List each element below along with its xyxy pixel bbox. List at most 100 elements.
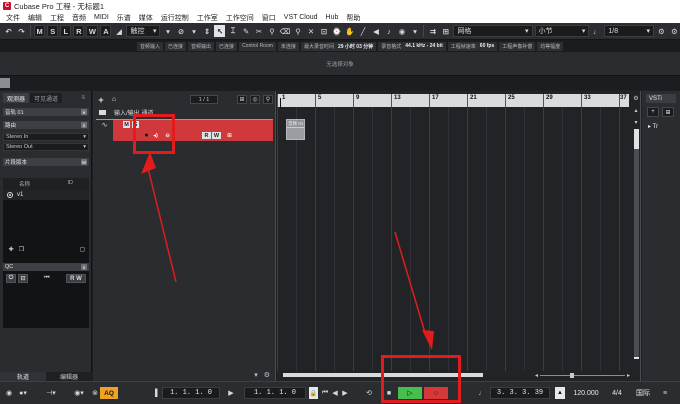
qc-link-icon[interactable]: ⊡ (18, 274, 28, 283)
project-pan-law[interactable]: 工程声像补偿 (499, 41, 536, 51)
play-tool-icon[interactable]: ◀ (370, 25, 381, 37)
zoom-slider-handle[interactable] (570, 372, 575, 378)
automation-mode-icon[interactable]: ◢ (113, 25, 124, 37)
left-locator-field[interactable]: 1. 1. 1. 0 (162, 387, 220, 399)
control-room-status[interactable]: Control Room (239, 41, 276, 51)
comp-tool-icon[interactable]: ⊡ (318, 25, 329, 37)
duplicate-icon[interactable]: ❐ (17, 245, 26, 254)
menu-media[interactable]: 媒体 (135, 13, 157, 23)
menu-workspaces[interactable]: 工作空间 (222, 13, 258, 23)
sync-status[interactable]: 国际 (632, 387, 654, 399)
quantize-dropdown[interactable]: 1/8 ▾ (604, 25, 655, 37)
gear-icon[interactable]: ⚙ (632, 95, 640, 102)
menu-midi[interactable]: MIDI (90, 14, 113, 21)
mute-tool-icon[interactable]: ✕ (305, 25, 316, 37)
audio-input-status[interactable]: 音频输入 (137, 41, 164, 51)
folder-track[interactable]: 输入/输出 通道 (96, 108, 273, 117)
input-routing-select[interactable]: Stereo In ▾ (3, 133, 89, 141)
chevron-down-icon[interactable]: ▾ (409, 25, 420, 37)
record-mode-icon[interactable]: ●▾ (16, 387, 30, 399)
timewarp-tool-icon[interactable]: ⌚ (331, 25, 342, 37)
record-format[interactable]: 录音格式 44.1 kHz - 24 bit (378, 41, 446, 51)
add-icon[interactable]: ✚ (6, 245, 16, 254)
snap-toggle-icon[interactable]: ⊞ (440, 25, 451, 37)
hand-tool-icon[interactable]: ✋ (344, 25, 355, 37)
folder-add-icon[interactable]: ⌂ (109, 95, 119, 105)
gear-icon[interactable]: ⚙ (264, 371, 270, 379)
camera-icon[interactable]: ◎ (250, 95, 260, 104)
chevron-down-icon[interactable]: ▾ (188, 25, 199, 37)
menu-hub[interactable]: Hub (322, 14, 343, 21)
range-tool-icon[interactable]: ⌶ (227, 25, 238, 37)
line-tool-icon[interactable]: ╱ (357, 25, 368, 37)
read-toggle-button[interactable]: R (73, 25, 85, 37)
loop-marker-icon[interactable]: ▶ (226, 387, 236, 399)
routing-section-header[interactable]: 路由 s (3, 121, 89, 129)
section-settings-icon[interactable]: s (81, 264, 87, 270)
list-item[interactable]: v1 (3, 190, 89, 200)
overview-line[interactable] (0, 76, 680, 90)
read-write-buttons[interactable]: R W (66, 274, 86, 283)
project-cursor[interactable] (280, 98, 281, 109)
search-icon[interactable]: ⚲ (263, 95, 273, 104)
zoom-out-icon[interactable]: ◂ (535, 372, 538, 379)
zoom-tool-icon[interactable]: ⚲ (292, 25, 303, 37)
forward-icon[interactable]: ▶ (340, 387, 350, 399)
auto-scroll-icon[interactable]: ⇉ (427, 25, 438, 37)
menu-studio[interactable]: 工作室 (193, 13, 222, 23)
tab-editor[interactable]: 编辑器 (46, 372, 92, 381)
menu-vst-cloud[interactable]: VST Cloud (280, 14, 322, 21)
vertical-scrollbar-thumb[interactable] (634, 149, 639, 357)
max-record-time[interactable]: 最大录音时间 29 小时 03 分钟 (300, 41, 377, 51)
edit-icon[interactable]: e (81, 109, 87, 115)
listen-toggle-button[interactable]: L (60, 25, 72, 37)
grid-type-dropdown[interactable]: 网格 ▾ (453, 25, 533, 37)
time-signature-display[interactable]: 4/4 (608, 387, 626, 399)
select-tool-icon[interactable]: ↖ (214, 25, 226, 37)
menu-icon[interactable]: ≡ (660, 387, 670, 399)
edit-channel-icon[interactable]: ⊞ (226, 132, 233, 139)
zoom-in-icon[interactable]: ▸ (627, 372, 630, 379)
settings-icon[interactable]: ⚙ (669, 25, 680, 37)
project-window[interactable]: 1 5 9 13 17 21 25 29 33 37 音频 01 ⚙ ▴ ▾ ◂… (277, 91, 641, 381)
menu-help[interactable]: 帮助 (342, 13, 364, 23)
mute-toggle-button[interactable]: M (33, 25, 46, 37)
quick-controls-header[interactable]: QC s (3, 263, 89, 271)
right-locator-field[interactable]: 1. 1. 1. 0 (244, 387, 306, 399)
audio-output-status[interactable]: 音频输出 (188, 41, 215, 51)
metronome-mode-icon[interactable]: ◉▾ (72, 387, 86, 399)
write-automation-button[interactable]: W (212, 132, 221, 139)
position-display[interactable]: 3. 3. 3. 39 (490, 387, 550, 399)
grid-resolution-dropdown[interactable]: 小节 ▾ (534, 25, 590, 37)
glue-tool-icon[interactable]: ⚲ (266, 25, 277, 37)
quantize-settings-icon[interactable]: ⚙ (656, 25, 667, 37)
horizontal-zoom-control[interactable]: ◂ ▸ (535, 372, 630, 379)
section-settings-icon[interactable]: s (81, 122, 87, 128)
go-to-start-icon[interactable]: ⏮ (320, 387, 330, 399)
nudge-icon[interactable]: ⇕ (201, 25, 212, 37)
tab-track[interactable]: 轨道 (0, 372, 46, 381)
rewind-icon[interactable]: ◀ (330, 387, 340, 399)
color-tool-icon[interactable]: ◉ (396, 25, 407, 37)
tab-visibility[interactable]: 可见通道 (30, 93, 63, 103)
menu-file[interactable]: 文件 (2, 13, 24, 23)
solo-toggle-button[interactable]: S (47, 25, 59, 37)
takes-section-header[interactable]: 片段版本 M (3, 158, 89, 166)
zoom-slider[interactable] (540, 372, 625, 378)
ruler[interactable]: 1 5 9 13 17 21 25 29 33 37 (277, 94, 629, 109)
chevron-down-icon[interactable]: ▾ (254, 371, 258, 379)
undo-icon[interactable]: ↶ (3, 25, 14, 37)
menu-icon[interactable]: ≡ (77, 93, 89, 103)
left-locator-icon[interactable]: ▐ (150, 387, 160, 399)
auto-quantize-button[interactable]: AQ (100, 387, 118, 399)
add-instrument-icon[interactable]: + (647, 107, 659, 117)
cycle-button[interactable]: ⟲ (360, 387, 378, 399)
tab-vsti[interactable]: VSTi (646, 94, 676, 103)
draw-tool-icon[interactable]: ✎ (240, 25, 251, 37)
menu-transport[interactable]: 运行控制 (157, 13, 193, 23)
qc-power-icon[interactable]: ⏻ (6, 274, 16, 283)
metronome-icon[interactable]: ▲ (555, 387, 565, 399)
takes-badge[interactable]: M (81, 159, 87, 165)
position-icon[interactable]: ♩ (477, 387, 487, 399)
track-mute-button[interactable]: M (123, 121, 130, 128)
